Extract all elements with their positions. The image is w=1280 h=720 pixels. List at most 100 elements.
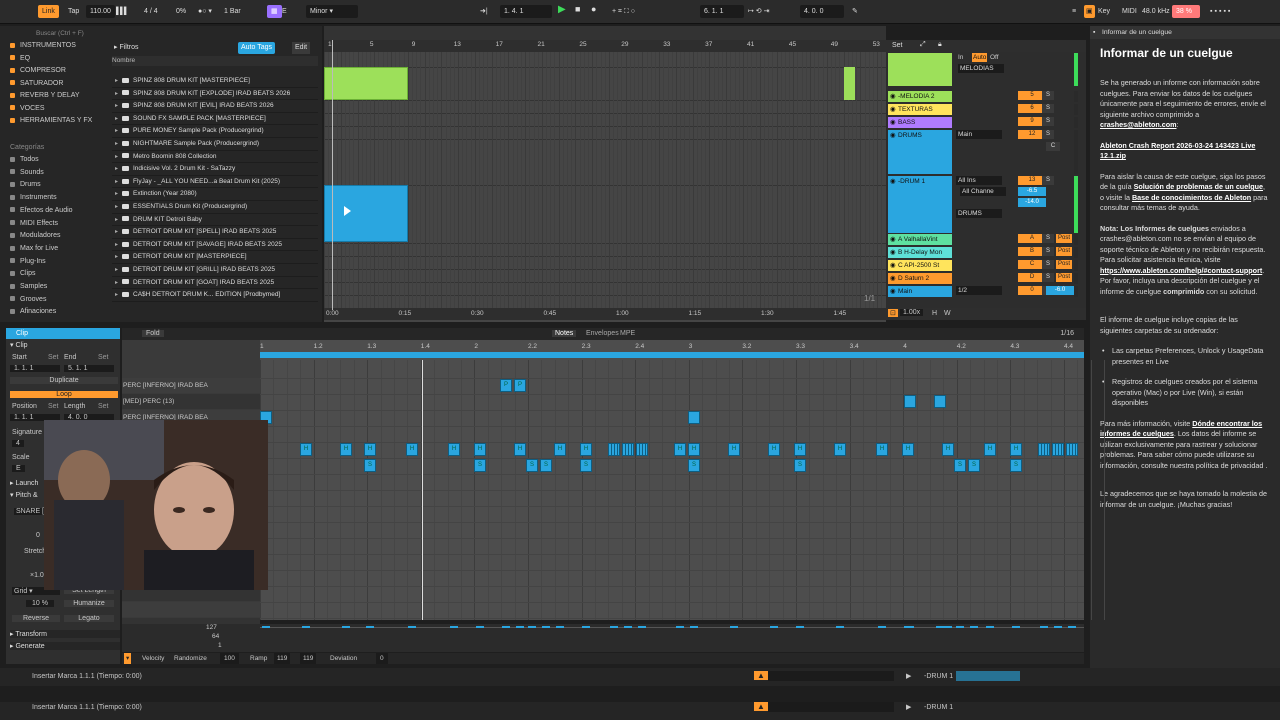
place-item[interactable]: COMPRESOR bbox=[10, 65, 66, 76]
velocity-stem[interactable] bbox=[836, 626, 844, 628]
loop-toggle[interactable]: Loop bbox=[10, 391, 118, 398]
cue-button[interactable]: C bbox=[1046, 142, 1060, 151]
list-icon[interactable]: ≡ bbox=[1072, 6, 1076, 17]
ramp-end[interactable]: 119 bbox=[300, 653, 317, 664]
generate-section[interactable]: ▸ Generate bbox=[10, 642, 120, 650]
expand-arrow-icon[interactable]: ▸ bbox=[115, 239, 118, 251]
track-fold-icon[interactable]: ◉ bbox=[890, 235, 896, 244]
browser-file-row[interactable]: ▸ CA$H DETROIT DRUM K... EDITION [Prodbym… bbox=[112, 289, 318, 302]
velocity-stem[interactable] bbox=[502, 626, 510, 628]
browser-search[interactable]: Buscar (Ctrl + F) bbox=[4, 28, 318, 39]
pitch-section[interactable]: ▾ Pitch & bbox=[10, 491, 38, 499]
expand-arrow-icon[interactable]: ▸ bbox=[115, 214, 118, 226]
midi-note[interactable]: H bbox=[984, 443, 996, 456]
browser-file-row[interactable]: ▸ Metro Boomin 808 Collection bbox=[112, 151, 318, 164]
place-item[interactable]: VOCES bbox=[10, 103, 45, 114]
solo-button[interactable]: S bbox=[1042, 176, 1054, 185]
drum-clip[interactable] bbox=[324, 185, 408, 242]
stop-icon[interactable]: ■ bbox=[575, 4, 580, 15]
velocity-stem[interactable] bbox=[1040, 626, 1048, 628]
lock-icon[interactable]: 🔒︎ bbox=[938, 41, 942, 49]
off-button[interactable]: Off bbox=[990, 53, 999, 62]
expand-arrow-icon[interactable]: ▸ bbox=[115, 251, 118, 263]
midi-note[interactable] bbox=[622, 443, 634, 456]
velocity-stem[interactable] bbox=[878, 626, 886, 628]
time-ruler[interactable]: 0:00 0:15 0:30 0:45 1:00 1:15 1:30 1:45 bbox=[324, 308, 886, 320]
note-grid[interactable]: 1 1.2 1.3 1.4 2 2.2 2.3 2.4 3 3.2 3.3 3.4 4 4.2 4.3 4.4… bbox=[260, 340, 1106, 635]
warning-icon-2[interactable]: ▲ bbox=[754, 702, 768, 711]
humanize-amount[interactable]: 10 % bbox=[26, 600, 54, 607]
velocity-stem[interactable] bbox=[450, 626, 458, 628]
overview-strip[interactable] bbox=[324, 26, 886, 40]
loop-switch-icon[interactable]: ↦ ⟲ ⇥ bbox=[748, 6, 770, 17]
midi-note[interactable]: H bbox=[688, 443, 700, 456]
mixer-track-title[interactable]: ◉ C API-2500 St bbox=[888, 260, 952, 271]
midi-note[interactable]: H bbox=[1010, 443, 1022, 456]
quantization-select[interactable]: 1 Bar bbox=[224, 6, 241, 17]
midi-note[interactable]: H bbox=[834, 443, 846, 456]
velocity-stem[interactable] bbox=[904, 626, 912, 628]
midi-map-label[interactable]: MIDI bbox=[1122, 6, 1137, 17]
browser-file-row[interactable]: ▸ FlyJay - _ALL YOU NEED...a Beat Drum Ki… bbox=[112, 176, 318, 189]
end-field[interactable]: 5. 1. 1 bbox=[64, 365, 114, 372]
post-button[interactable]: Post bbox=[1056, 260, 1072, 269]
filter-label[interactable]: Filtros bbox=[119, 44, 138, 51]
set-end-button[interactable]: Set bbox=[98, 354, 109, 361]
browser-file-row[interactable]: ▸ PURE MONEY Sample Pack (Producergrind) bbox=[112, 125, 318, 138]
velocity-stem[interactable] bbox=[956, 626, 964, 628]
track-fold-icon[interactable]: ◉ bbox=[890, 118, 896, 127]
play-clip-icon[interactable]: ▶ bbox=[906, 672, 911, 680]
solo-button[interactable]: S bbox=[1042, 91, 1054, 100]
solo-button[interactable]: S bbox=[1042, 260, 1054, 269]
signature-field[interactable]: 4 bbox=[12, 440, 24, 447]
velocity-stem[interactable] bbox=[1054, 626, 1062, 628]
metronome-bars-icon[interactable]: ▌▌▌ bbox=[116, 6, 129, 17]
midi-note[interactable]: S bbox=[968, 459, 980, 472]
category-item[interactable]: Todos bbox=[10, 154, 39, 165]
category-item[interactable]: Efectos de Audio bbox=[10, 205, 73, 216]
browser-file-row[interactable]: ▸ DETROIT DRUM KIT [SPELL] IRAD BEATS 202… bbox=[112, 226, 318, 239]
category-item[interactable]: Grooves bbox=[10, 294, 46, 305]
midi-note[interactable]: H bbox=[728, 443, 740, 456]
track-fold-icon[interactable]: ◉ bbox=[890, 248, 896, 257]
midi-note[interactable]: H bbox=[902, 443, 914, 456]
velocity-stem[interactable] bbox=[676, 626, 684, 628]
midi-note[interactable] bbox=[608, 443, 620, 456]
velocity-stem[interactable] bbox=[610, 626, 618, 628]
category-item[interactable]: Clips bbox=[10, 268, 36, 279]
category-item[interactable]: Max for Live bbox=[10, 243, 58, 254]
track-fold-icon[interactable]: ◉ bbox=[890, 92, 896, 101]
velocity-stem[interactable] bbox=[366, 626, 374, 628]
midi-note[interactable]: P bbox=[500, 379, 512, 392]
scale-toggle-icon[interactable]: ▦ bbox=[267, 5, 282, 18]
solo-button[interactable]: S bbox=[1042, 234, 1054, 243]
velocity-stem[interactable] bbox=[970, 626, 978, 628]
velocity-stem[interactable] bbox=[542, 626, 550, 628]
output-select[interactable]: DRUMS bbox=[956, 209, 1002, 218]
category-item[interactable]: Samples bbox=[10, 281, 47, 292]
velocity-stem[interactable] bbox=[624, 626, 632, 628]
solo-button[interactable]: S bbox=[1042, 130, 1054, 139]
expand-arrow-icon[interactable]: ▸ bbox=[115, 163, 118, 175]
velocity-stem[interactable] bbox=[528, 626, 536, 628]
midi-note[interactable]: H bbox=[554, 443, 566, 456]
key-map-icon[interactable]: ▣ bbox=[1084, 5, 1095, 18]
mixer-track-title[interactable]: ◉ D Saturn 2 bbox=[888, 273, 952, 284]
velocity-stem[interactable] bbox=[944, 626, 952, 628]
scale-select[interactable]: Minor ▾ bbox=[306, 5, 358, 18]
velocity-stem[interactable] bbox=[638, 626, 646, 628]
set-button[interactable]: Set bbox=[892, 42, 903, 49]
knowledge-base-link[interactable]: Base de conocimientos de Ableton bbox=[1132, 193, 1251, 202]
velocity-stem[interactable] bbox=[262, 626, 270, 628]
zoom-level[interactable]: 1.00x bbox=[900, 309, 924, 316]
place-item[interactable]: INSTRUMENTOS bbox=[10, 40, 76, 51]
transpose-value[interactable]: 0 bbox=[36, 532, 40, 539]
editor-tab[interactable]: MPE bbox=[620, 330, 635, 337]
post-button[interactable]: Post bbox=[1056, 234, 1072, 243]
velocity-stem[interactable] bbox=[302, 626, 310, 628]
category-item[interactable]: Moduladores bbox=[10, 230, 60, 241]
midi-note[interactable]: S bbox=[580, 459, 592, 472]
melodias-clip[interactable] bbox=[324, 67, 408, 100]
zoom-icon[interactable]: ⊡ bbox=[888, 309, 898, 317]
track-fold-icon[interactable]: ◉ bbox=[890, 131, 896, 140]
